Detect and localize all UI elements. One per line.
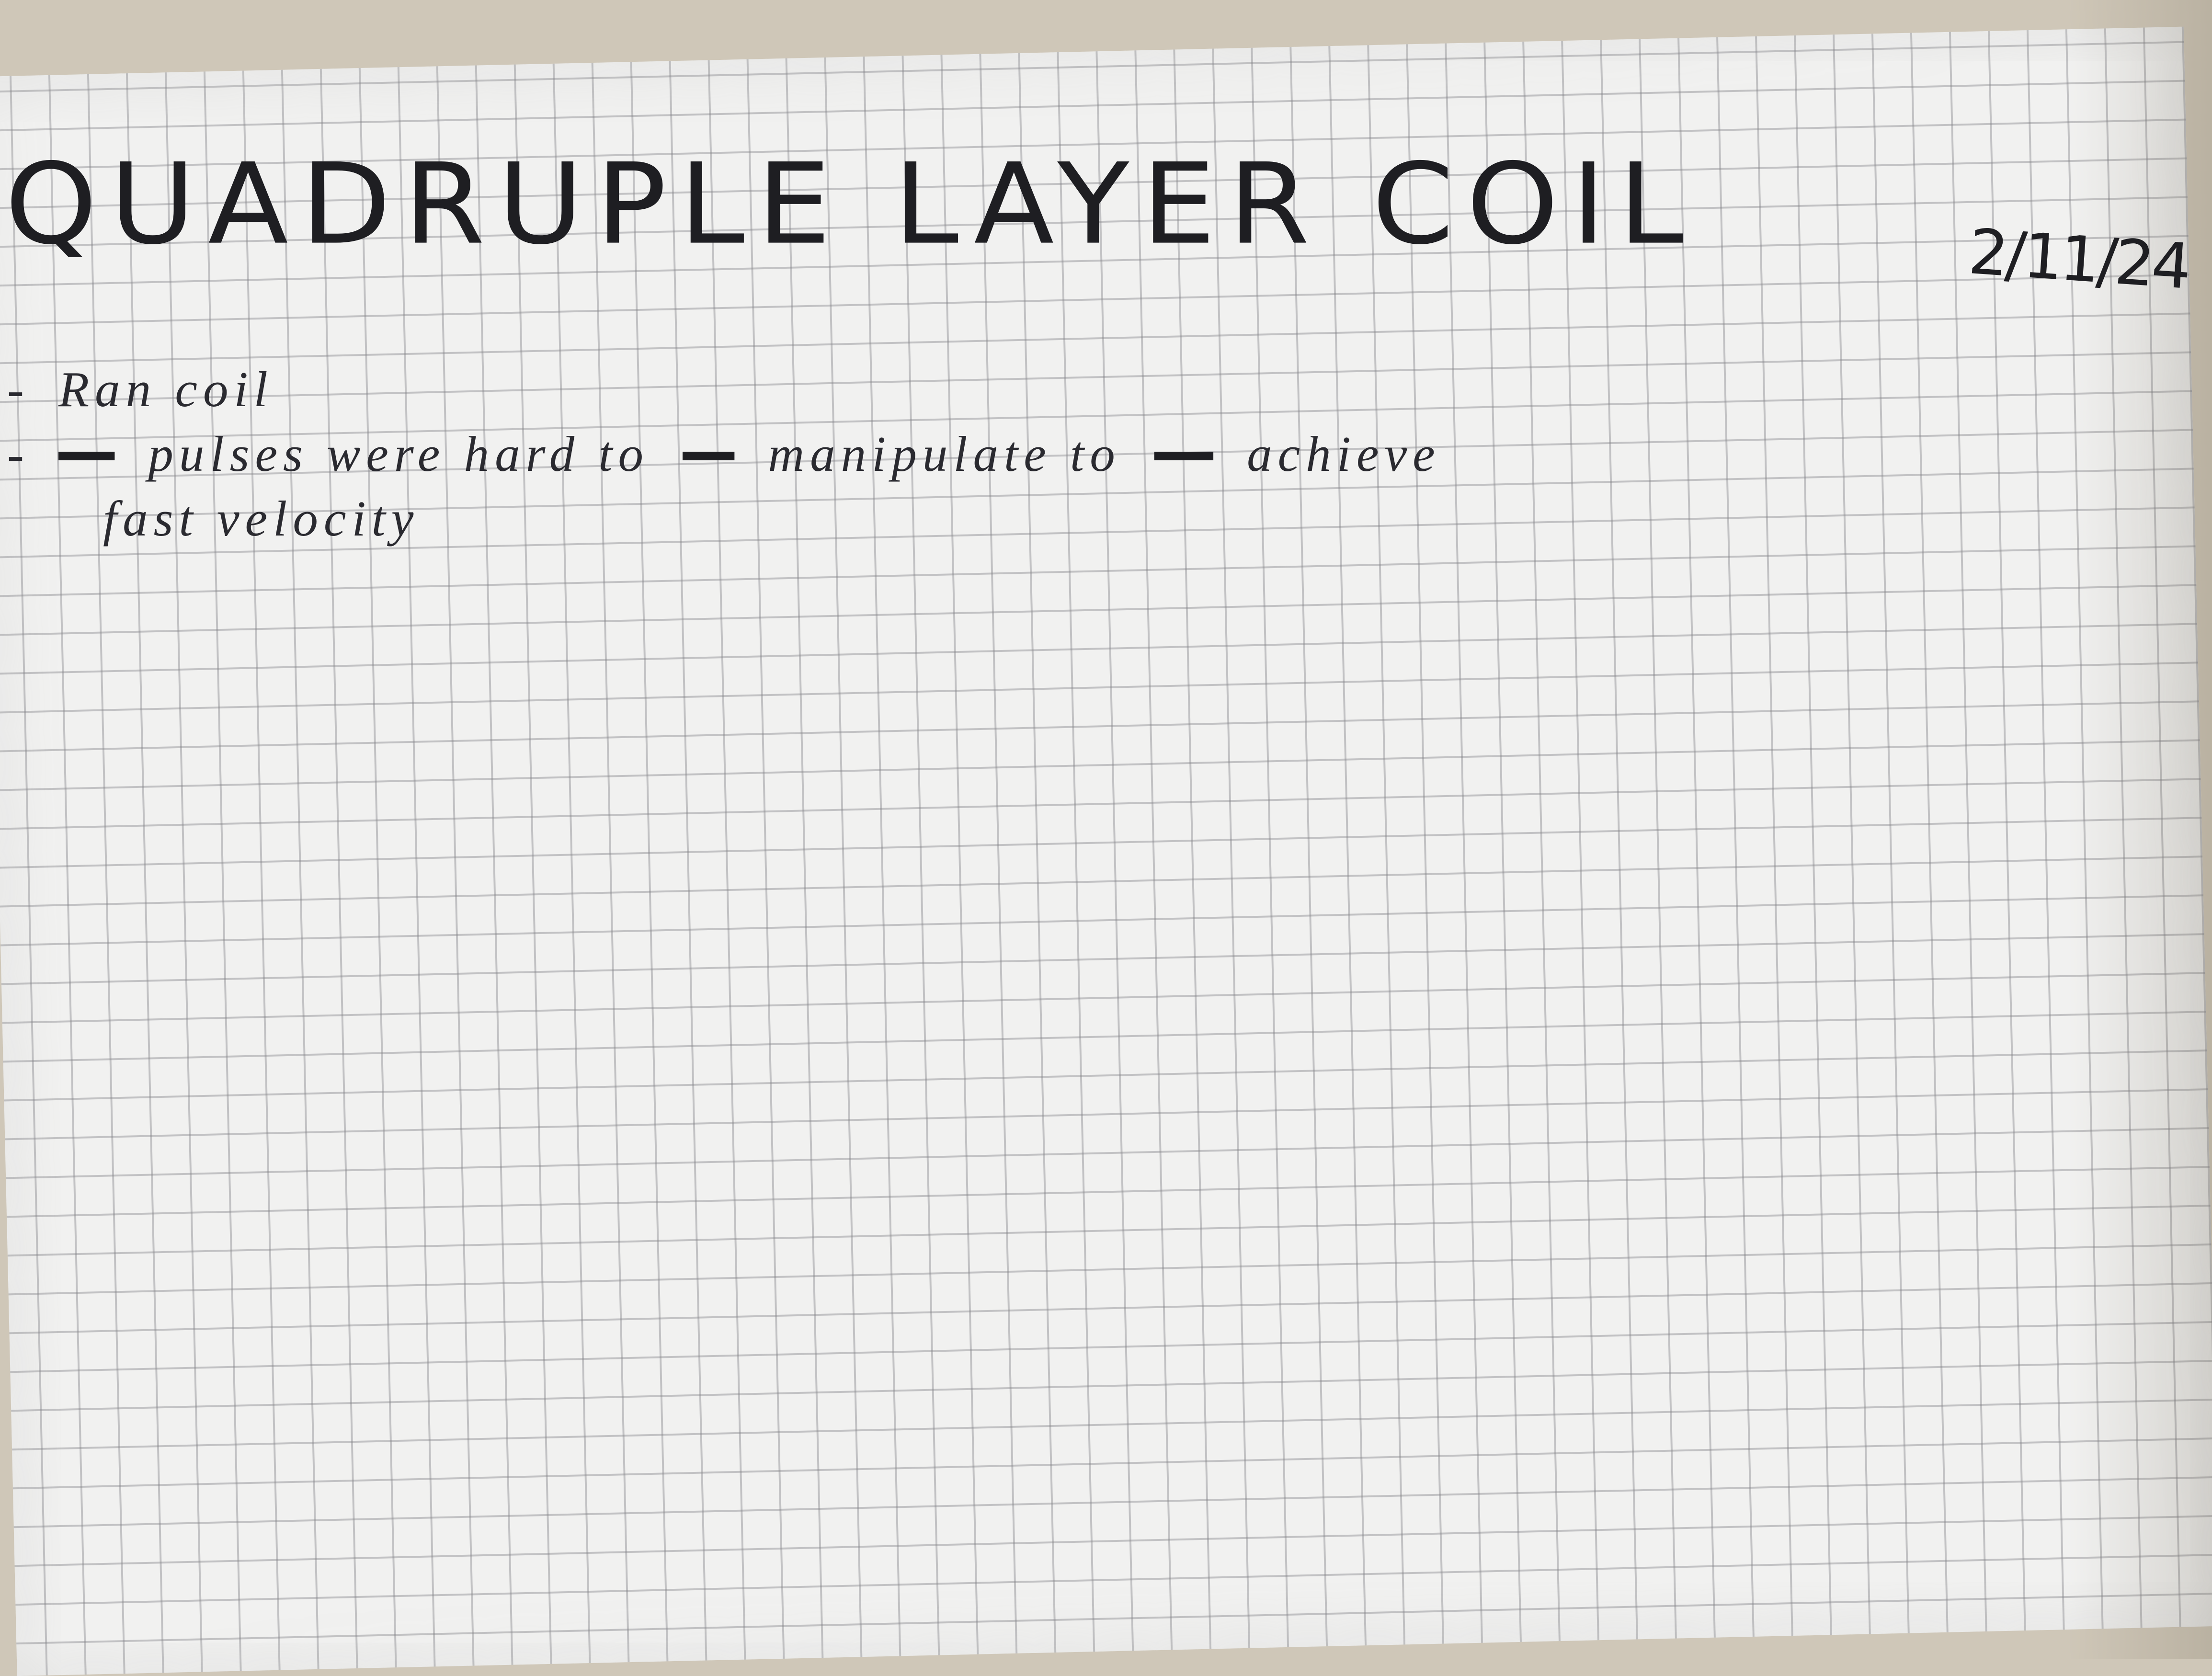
bullet-dash: - (7, 361, 30, 417)
struck-word: find (1154, 426, 1213, 482)
bullet-continuation: fast velocity (103, 490, 420, 547)
struck-word: ma (683, 426, 734, 482)
bullet-text: Ran coil (58, 361, 274, 417)
bullet-item-2: -coil pulses were hard to ma manipulate to f… (7, 429, 1441, 479)
notebook-page (0, 26, 2212, 1676)
bullet-text: achieve (1247, 426, 1441, 482)
bullet-text: manipulate to (768, 426, 1121, 482)
bullet-dash: - (7, 426, 30, 482)
page-title: QUADRUPLE LAYER COIL (5, 139, 1696, 269)
bullet-item-1: - Ran coil (7, 364, 274, 414)
struck-word: coil (58, 426, 114, 482)
bullet-text: pulses were hard to (148, 426, 650, 482)
note-date: 2/11/24 (1966, 215, 2191, 303)
